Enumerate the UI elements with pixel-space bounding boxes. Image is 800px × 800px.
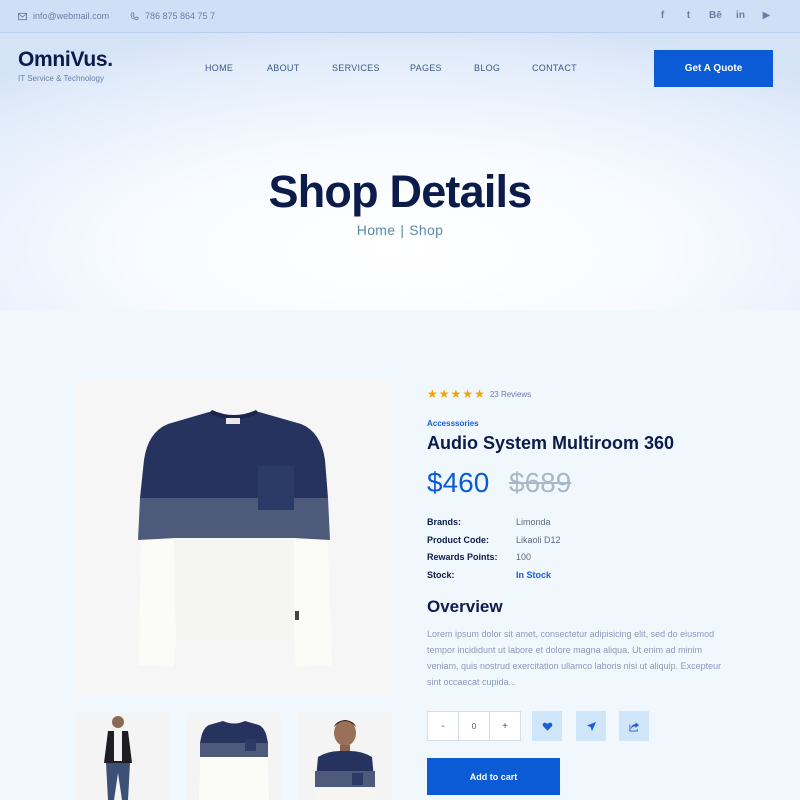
quantity-increase-button[interactable]: +	[490, 712, 520, 740]
facebook-icon[interactable]: f	[657, 10, 668, 22]
breadcrumb-current: Shop	[409, 222, 444, 238]
page-title: Shop Details	[268, 166, 533, 217]
nav-contact[interactable]: CONTACT	[532, 63, 577, 73]
star-icon: ★	[438, 387, 450, 401]
phone-link[interactable]: 786 875 864 75 7	[130, 11, 215, 21]
email-text: info@webmail.com	[33, 11, 110, 21]
spec-value-rewards: 100	[516, 552, 532, 562]
rating: ★ ★ ★ ★ ★ 23 Reviews	[427, 388, 531, 400]
star-icon: ★	[462, 387, 474, 401]
breadcrumb: Home | Shop	[0, 222, 800, 238]
spec-label-stock: Stock:	[427, 570, 455, 580]
spec-value-brands: Limonda	[516, 517, 551, 527]
star-icon: ★	[427, 387, 438, 401]
email-link[interactable]: info@webmail.com	[18, 11, 109, 21]
nav-about[interactable]: ABOUT	[267, 63, 300, 73]
nav-blog[interactable]: BLOG	[474, 63, 500, 73]
product-old-price: $689	[509, 467, 572, 498]
spec-value-stock: In Stock	[516, 570, 552, 580]
star-icon: ★	[474, 387, 485, 401]
share-icon	[628, 721, 639, 732]
nav-home[interactable]: HOME	[205, 63, 233, 73]
star-icon: ★	[450, 387, 462, 401]
spec-label-rewards: Rewards Points:	[427, 552, 498, 562]
product-title: Audio System Multiroom 360	[427, 433, 675, 453]
thumbnail-sweater[interactable]	[187, 713, 281, 800]
send-icon	[586, 721, 596, 731]
product-category[interactable]: Accesssories	[427, 419, 479, 428]
youtube-icon[interactable]: ▶	[761, 10, 772, 22]
quantity-input[interactable]: 0	[458, 712, 490, 740]
reviews-count[interactable]: 23 Reviews	[490, 390, 531, 399]
thumbnail-model-sweater[interactable]	[298, 713, 392, 800]
spec-label-brands: Brands:	[427, 517, 462, 527]
quantity-decrease-button[interactable]: -	[428, 712, 458, 740]
heart-icon	[542, 722, 552, 731]
hero-background	[0, 0, 800, 310]
add-to-cart-button[interactable]: Add to cart	[427, 758, 560, 795]
share-button[interactable]	[619, 711, 649, 741]
twitter-icon[interactable]: t	[683, 10, 694, 22]
brand-tagline: IT Service & Technology	[18, 74, 104, 83]
brand-name: OmniVus.	[18, 48, 113, 71]
spec-label-product-code: Product Code:	[427, 535, 489, 545]
wishlist-button[interactable]	[532, 711, 562, 741]
mail-icon	[18, 12, 27, 20]
thumbnail-model-jacket[interactable]	[76, 713, 170, 800]
send-button[interactable]	[576, 711, 606, 741]
social-links: f t Bē in ▶	[657, 10, 772, 22]
overview-heading: Overview	[427, 597, 503, 616]
sweater-thumb-image	[199, 721, 269, 800]
model-jacket-image	[104, 716, 132, 800]
nav-pages[interactable]: PAGES	[410, 63, 442, 73]
model-sweater-image	[314, 720, 376, 800]
breadcrumb-separator: |	[400, 222, 405, 238]
logo[interactable]: OmniVus. IT Service & Technology	[18, 48, 113, 83]
breadcrumb-home[interactable]: Home	[357, 222, 396, 238]
linkedin-icon[interactable]: in	[735, 10, 746, 22]
nav-services[interactable]: SERVICES	[332, 63, 380, 73]
product-main-image	[76, 380, 392, 696]
spec-value-product-code: Likaoli D12	[516, 535, 561, 545]
top-bar: info@webmail.com 786 875 864 75 7 f t Bē…	[0, 0, 800, 33]
product-price: $460	[427, 467, 490, 498]
behance-icon[interactable]: Bē	[709, 10, 722, 22]
phone-text: 786 875 864 75 7	[145, 11, 216, 21]
sweater-image	[138, 410, 332, 667]
get-quote-button[interactable]: Get A Quote	[654, 50, 773, 87]
overview-text: Lorem ipsum dolor sit amet, consectetur …	[427, 629, 722, 687]
phone-icon	[130, 11, 139, 20]
quantity-stepper: - 0 +	[427, 711, 521, 741]
